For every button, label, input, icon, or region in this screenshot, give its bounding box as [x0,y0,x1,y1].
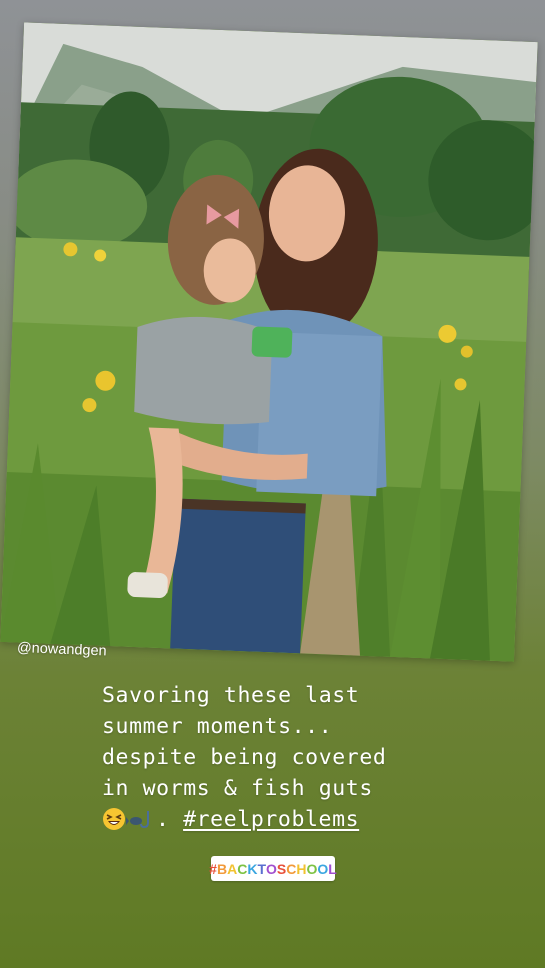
sticker-letter: B [216,860,228,877]
caption-period: . [156,807,170,832]
story-photo [0,22,538,662]
sticker-letter: C [286,860,297,877]
sticker-letter: C [237,860,248,877]
sticker-letter: S [276,860,287,877]
grinning-squinting-face-icon [102,807,126,831]
mention-tag[interactable]: @nowandgen [17,640,107,659]
sticker-letter: O [266,860,277,877]
caption-line: summer moments... [102,714,333,739]
caption-line: Savoring these last [102,683,360,708]
story-viewer: @nowandgen Savoring these last summer mo… [0,0,545,968]
caption-line: in worms & fish guts [102,776,373,801]
sticker-letter: O [306,860,318,877]
hashtag-sticker[interactable]: # B A C K T O S C H O O L [209,856,337,881]
caption-line: despite being covered [102,745,387,770]
caption-text: Savoring these last summer moments... de… [102,680,522,835]
hashtag-link[interactable]: #reelproblems [183,807,359,832]
sticker-letter: H [296,860,307,877]
sticker-letter: K [247,860,258,877]
sticker-letter: L [328,860,337,877]
sticker-letter: A [227,860,238,877]
caption-line-last: . #reelproblems [102,804,522,835]
sticker-letter: O [317,860,329,877]
fish-hook-icon [126,807,156,829]
sticker-letter: # [209,860,217,877]
sticker-letter: T [257,860,267,877]
